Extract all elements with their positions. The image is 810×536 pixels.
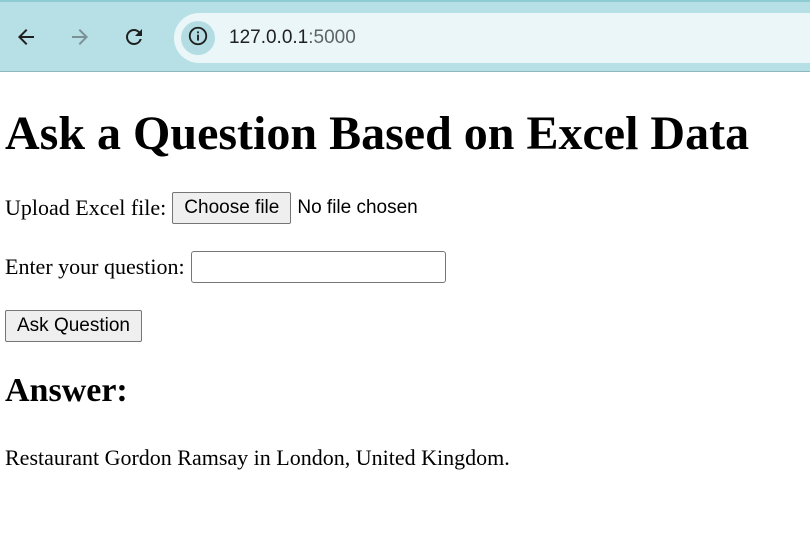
page-title: Ask a Question Based on Excel Data	[5, 107, 750, 160]
ask-question-button[interactable]: Ask Question	[5, 310, 142, 342]
browser-toolbar: 127.0.0.1:5000	[0, 0, 810, 72]
back-icon	[14, 25, 38, 49]
forward-icon	[68, 25, 92, 49]
question-row: Enter your question:	[5, 251, 446, 283]
answer-text: Restaurant Gordon Ramsay in London, Unit…	[5, 445, 510, 470]
forward-button[interactable]	[66, 23, 94, 51]
url-host: 127.0.0.1	[229, 27, 309, 48]
reload-button[interactable]	[120, 23, 148, 51]
site-info-icon	[187, 25, 209, 52]
page-content: Ask a Question Based on Excel Data Uploa…	[5, 106, 750, 470]
reload-icon	[122, 25, 146, 49]
url-text[interactable]: 127.0.0.1:5000	[229, 27, 356, 49]
file-upload-row: Upload Excel file: Choose file No file c…	[5, 192, 418, 224]
back-button[interactable]	[12, 23, 40, 51]
answer-heading: Answer:	[5, 372, 128, 409]
upload-label: Upload Excel file:	[5, 195, 167, 220]
question-label: Enter your question:	[5, 254, 185, 279]
site-info-button[interactable]	[181, 21, 215, 55]
url-port: :5000	[308, 27, 356, 48]
choose-file-button[interactable]: Choose file	[172, 192, 292, 224]
address-bar[interactable]: 127.0.0.1:5000	[174, 13, 810, 63]
ask-row: Ask Question	[5, 310, 142, 342]
file-status-text: No file chosen	[297, 197, 418, 218]
question-input[interactable]	[190, 251, 446, 283]
